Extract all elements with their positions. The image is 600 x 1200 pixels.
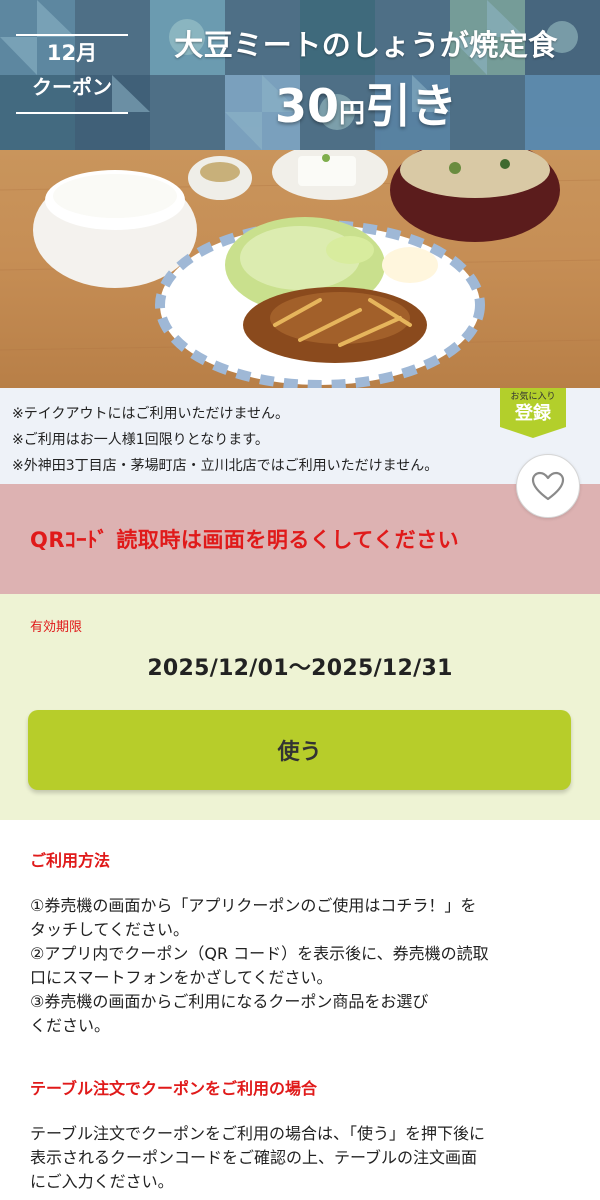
step-line: 口にスマートフォンをかざしてください。 (30, 968, 333, 987)
step-line: ください。 (30, 1016, 111, 1035)
discount-suffix: 引き (365, 79, 458, 133)
banner-title: 大豆ミートのしょうが焼定食 (174, 28, 558, 62)
validity-section: 有効期限 2025/12/01～2025/12/31 使う (0, 594, 600, 820)
table-order-line: 表示されるクーポンコードをご確認の上、テーブルの注文画面 (30, 1148, 478, 1167)
step-line: ①券売機の画面から「アプリクーポンのご使用はコチラ！」を (30, 896, 477, 915)
step-line: タッチしてください。 (30, 920, 190, 939)
step-line: ③券売機の画面からご利用になるクーポン商品をお選び (30, 992, 429, 1011)
coupon-banner: 12月 クーポン 大豆ミートのしょうが焼定食 30円引き (0, 0, 600, 150)
how-to-use-title: ご利用方法 (30, 851, 111, 870)
favorite-register-label: 登録 (515, 403, 551, 424)
favorite-small-label: お気に入り (510, 392, 556, 402)
step-line: ②アプリ内でクーポン（QR コード）を表示後に、券売機の読取 (30, 944, 489, 963)
table-order-line: テーブル注文でクーポンをご利用の場合は、「使う」を押下後に (30, 1124, 486, 1143)
qr-warning-banner: QRｺｰﾄﾞ 読取時は画面を明るくしてください (0, 484, 600, 594)
month-coupon-badge: 12月 クーポン (16, 34, 128, 114)
use-coupon-button[interactable]: 使う (28, 710, 571, 790)
how-to-use-steps: ①券売機の画面から「アプリクーポンのご使用はコチラ！」を タッチしてください。 … (30, 894, 570, 1038)
qr-warning-text: QRｺｰﾄﾞ 読取時は画面を明るくしてください (30, 528, 460, 552)
heart-icon (531, 471, 565, 501)
banner-discount: 30円引き (146, 76, 586, 144)
discount-number: 30 (274, 79, 339, 133)
how-to-use-section: ご利用方法 ①券売機の画面から「アプリクーポンのご使用はコチラ！」を タッチして… (0, 820, 600, 1200)
meal-photo (0, 150, 600, 388)
meal-illustration (0, 150, 600, 388)
badge-label: クーポン (32, 75, 112, 99)
table-order-line: にご入力ください。 (30, 1172, 174, 1191)
discount-unit: 円 (339, 99, 366, 129)
table-order-text: テーブル注文でクーポンをご利用の場合は、「使う」を押下後に 表示されるクーポンコ… (30, 1122, 570, 1194)
validity-dates: 2025/12/01～2025/12/31 (147, 656, 453, 681)
badge-month: 12月 (46, 41, 98, 65)
validity-label: 有効期限 (30, 620, 83, 635)
favorite-button[interactable] (516, 454, 580, 518)
note-item: ※外神田3丁目店・茅場町店・立川北店ではご利用いただけません。 (12, 458, 439, 474)
table-order-title: テーブル注文でクーポンをご利用の場合 (30, 1079, 318, 1098)
